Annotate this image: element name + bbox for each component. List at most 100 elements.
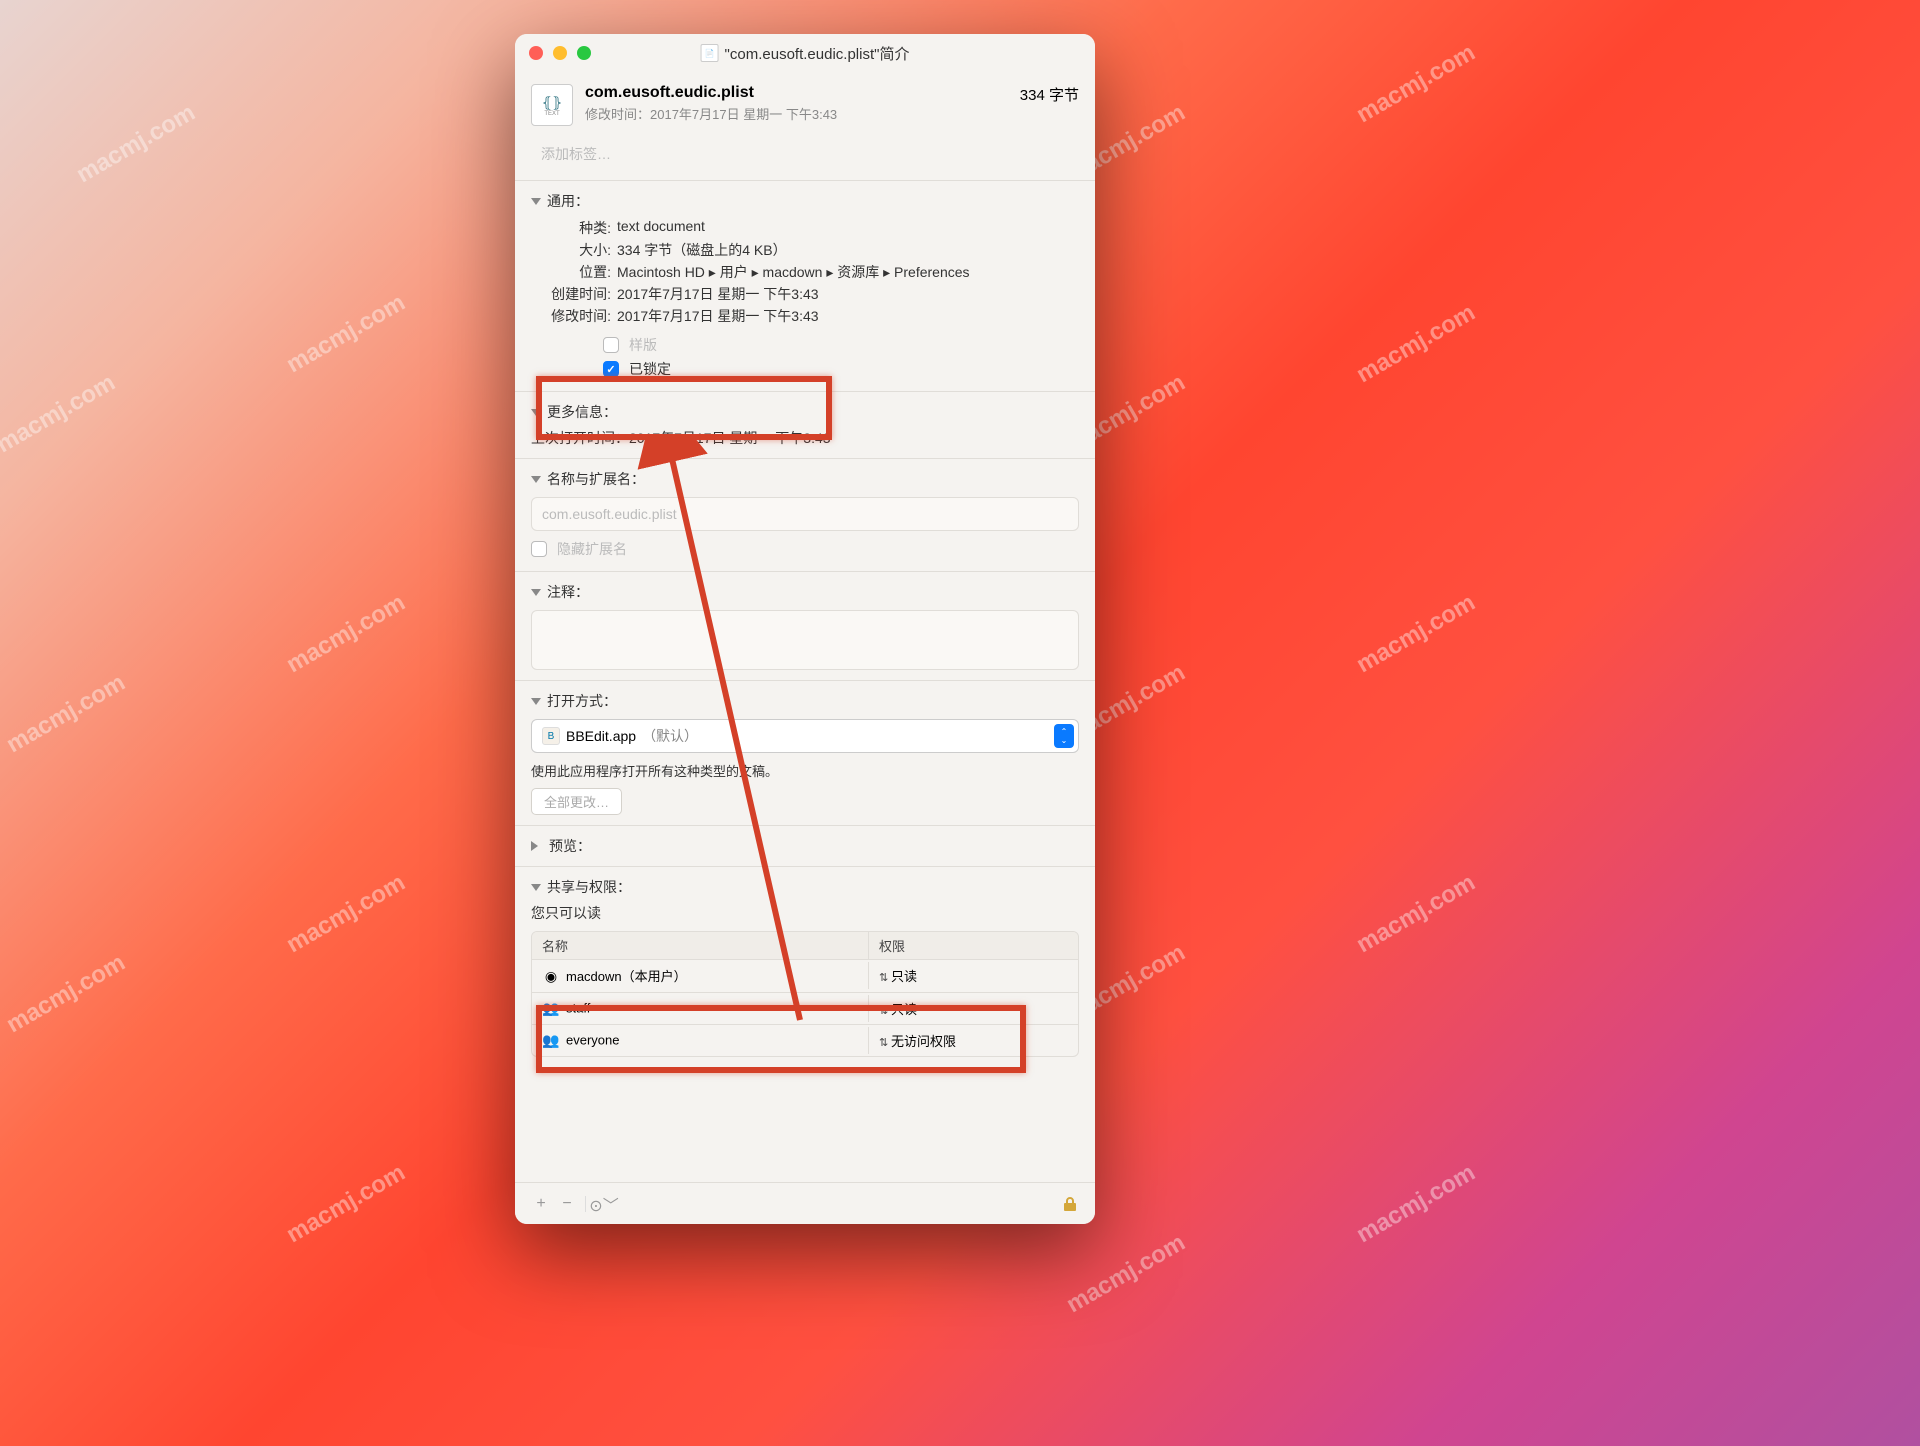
file-header: ⦃⦄TEXT com.eusoft.eudic.plist 修改时间：2017年… — [515, 72, 1095, 138]
app-icon: B — [542, 727, 560, 745]
traffic-lights — [529, 46, 591, 60]
section-general-label: 通用： — [547, 191, 589, 211]
section-general-header[interactable]: 通用： — [531, 191, 1079, 211]
chevron-down-icon — [531, 698, 541, 705]
section-preview: 预览： — [515, 825, 1095, 866]
remove-button[interactable]: − — [557, 1194, 577, 1214]
chevron-down-icon — [531, 476, 541, 483]
section-more-info: 更多信息： 上次打开时间：2017年7月17日 星期一 下午3:43 — [515, 391, 1095, 458]
titlebar[interactable]: 📄 "com.eusoft.eudic.plist"简介 — [515, 34, 1095, 72]
section-comments-header[interactable]: 注释： — [531, 582, 1079, 602]
file-type-icon: ⦃⦄TEXT — [531, 84, 573, 126]
sharing-note: 您只可以读 — [531, 897, 1079, 923]
change-all-button[interactable]: 全部更改… — [531, 788, 622, 815]
hide-ext-checkbox[interactable] — [531, 541, 547, 557]
where-value: Macintosh HD ▸ 用户 ▸ macdown ▸ 资源库 ▸ Pref… — [617, 262, 970, 282]
section-name-ext-header[interactable]: 名称与扩展名： — [531, 469, 1079, 489]
watermark: macmj.com — [72, 99, 200, 189]
person-icon: ◉ — [542, 968, 560, 986]
kind-label: 种类 — [549, 218, 611, 238]
updown-icon[interactable]: ⇅ — [879, 1036, 891, 1049]
section-name-ext: 名称与扩展名： com.eusoft.eudic.plist 隐藏扩展名 — [515, 458, 1095, 571]
bottom-toolbar: + − ⊙﹀ — [515, 1182, 1095, 1224]
section-comments: 注释： — [515, 571, 1095, 680]
updown-icon[interactable]: ⇅ — [879, 971, 891, 984]
section-sharing-header[interactable]: 共享与权限： — [531, 877, 1079, 897]
zoom-button[interactable] — [577, 46, 591, 60]
template-checkbox[interactable] — [603, 337, 619, 353]
watermark: macmj.com — [2, 949, 130, 1039]
watermark: macmj.com — [1352, 869, 1480, 959]
add-button[interactable]: + — [531, 1194, 551, 1214]
section-open-with-header[interactable]: 打开方式： — [531, 691, 1079, 711]
minimize-button[interactable] — [553, 46, 567, 60]
last-opened-label: 上次打开时间： — [531, 430, 629, 446]
watermark: macmj.com — [282, 589, 410, 679]
permissions-table: 名称 权限 ◉macdown（本用户） ⇅只读 👥staff ⇅只读 👥ever… — [531, 931, 1079, 1057]
modified-time: 修改时间：2017年7月17日 星期一 下午3:43 — [585, 104, 1008, 123]
open-with-note: 使用此应用程序打开所有这种类型的文稿。 — [531, 761, 1079, 780]
people-icon: 👥 — [542, 999, 560, 1017]
people-icon: 👥 — [542, 1031, 560, 1049]
section-general: 通用： 种类 text document 大小 334 字节（磁盘上的4 KB） 位… — [515, 180, 1095, 391]
watermark: macmj.com — [1352, 1159, 1480, 1249]
stepper-icon: ⌃⌄ — [1054, 724, 1074, 748]
open-with-default: （默认） — [642, 726, 698, 746]
section-preview-header[interactable]: 预览： — [531, 836, 1079, 856]
perm-col-perm-header: 权限 — [868, 932, 1078, 959]
table-row[interactable]: 👥staff ⇅只读 — [532, 992, 1078, 1024]
template-label: 样版 — [629, 335, 657, 355]
table-row[interactable]: 👥everyone ⇅无访问权限 — [532, 1024, 1078, 1056]
chevron-right-icon — [531, 841, 543, 851]
get-info-window: 📄 "com.eusoft.eudic.plist"简介 ⦃⦄TEXT com.… — [515, 34, 1095, 1224]
watermark: macmj.com — [1352, 299, 1480, 389]
locked-label: 已锁定 — [629, 359, 671, 379]
table-row[interactable]: ◉macdown（本用户） ⇅只读 — [532, 959, 1078, 992]
watermark: macmj.com — [0, 369, 120, 459]
open-with-select[interactable]: B BBEdit.app （默认） ⌃⌄ — [531, 719, 1079, 753]
size-value: 334 字节（磁盘上的4 KB） — [617, 240, 787, 260]
size-label: 大小 — [549, 240, 611, 260]
where-label: 位置 — [549, 262, 611, 282]
locked-row[interactable]: 已锁定 — [531, 357, 1079, 381]
updown-icon[interactable]: ⇅ — [879, 1004, 891, 1017]
chevron-down-icon — [531, 589, 541, 596]
file-icon: 📄 — [701, 44, 719, 62]
comments-field[interactable] — [531, 610, 1079, 670]
created-label: 创建时间 — [549, 284, 611, 304]
created-value: 2017年7月17日 星期一 下午3:43 — [617, 284, 819, 304]
watermark: macmj.com — [282, 1159, 410, 1249]
chevron-down-icon — [531, 198, 541, 205]
chevron-down-icon — [531, 409, 541, 416]
hide-ext-label: 隐藏扩展名 — [557, 539, 627, 559]
window-title-text: "com.eusoft.eudic.plist"简介 — [725, 43, 910, 64]
watermark: macmj.com — [282, 289, 410, 379]
locked-checkbox[interactable] — [603, 361, 619, 377]
kind-value: text document — [617, 218, 705, 238]
open-with-app: BBEdit.app — [566, 728, 636, 744]
modified-value: 2017年7月17日 星期一 下午3:43 — [617, 306, 819, 326]
last-opened-value: 2017年7月17日 星期一 下午3:43 — [629, 430, 831, 446]
watermark: macmj.com — [1352, 589, 1480, 679]
close-button[interactable] — [529, 46, 543, 60]
section-name-ext-label: 名称与扩展名： — [547, 469, 645, 489]
section-more-info-header[interactable]: 更多信息： — [531, 402, 1079, 422]
hide-ext-row[interactable]: 隐藏扩展名 — [531, 537, 1079, 561]
watermark: macmj.com — [1062, 1229, 1190, 1319]
window-title: 📄 "com.eusoft.eudic.plist"简介 — [701, 43, 910, 64]
lock-icon[interactable] — [1063, 1196, 1077, 1212]
name-ext-field[interactable]: com.eusoft.eudic.plist — [531, 497, 1079, 531]
watermark: macmj.com — [2, 669, 130, 759]
template-row[interactable]: 样版 — [531, 333, 1079, 357]
action-button[interactable]: ⊙﹀ — [594, 1194, 614, 1214]
section-preview-label: 预览： — [549, 836, 591, 856]
section-open-with: 打开方式： B BBEdit.app （默认） ⌃⌄ 使用此应用程序打开所有这种… — [515, 680, 1095, 825]
chevron-down-icon — [531, 884, 541, 891]
section-comments-label: 注释： — [547, 582, 589, 602]
file-size: 334 字节 — [1020, 84, 1079, 105]
section-more-info-label: 更多信息： — [547, 402, 617, 422]
section-sharing: 共享与权限： 您只可以读 名称 权限 ◉macdown（本用户） ⇅只读 👥st… — [515, 866, 1095, 1224]
perm-col-name-header: 名称 — [532, 932, 868, 959]
modified-label: 修改时间 — [549, 306, 611, 326]
tags-field[interactable]: 添加标签… — [531, 138, 1079, 170]
